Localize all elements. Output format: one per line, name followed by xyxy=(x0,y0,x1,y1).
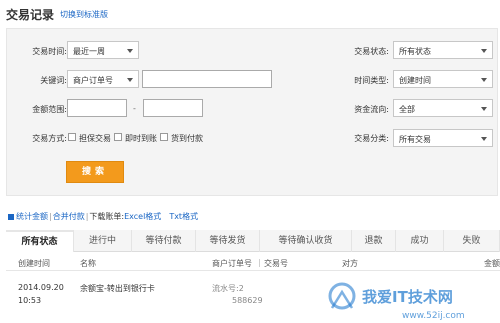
chevron-down-icon xyxy=(481,137,487,141)
method-label: 交易方式: xyxy=(32,134,67,143)
col-name: 名称 xyxy=(80,259,96,268)
flow-select-value: 全部 xyxy=(399,105,415,114)
category-select-value: 所有交易 xyxy=(399,135,431,144)
keyword-input[interactable] xyxy=(142,70,272,88)
amount-min-input[interactable] xyxy=(67,99,127,117)
time-type-value: 创建时间 xyxy=(399,76,431,85)
time-select[interactable]: 最近一周 xyxy=(67,41,139,59)
keyword-type-select[interactable]: 商户订单号 xyxy=(67,70,139,88)
time-label: 交易时间: xyxy=(32,47,67,56)
instant-checkbox[interactable] xyxy=(114,133,122,141)
tab-awaiting-payment[interactable]: 等待付款 xyxy=(132,230,196,252)
watermark-text: 我爱IT技术网 xyxy=(362,288,453,306)
status-select[interactable]: 所有状态 xyxy=(393,41,493,59)
chevron-down-icon xyxy=(481,78,487,82)
row-trade-bottom: 588629 xyxy=(232,296,263,305)
tab-success[interactable]: 成功 xyxy=(396,230,444,252)
table-header: 创建时间 名称 商户订单号 | 交易号 对方 金额 xyxy=(6,255,500,271)
download-label: 下载账单: xyxy=(89,212,125,221)
row-date: 2014.09.20 xyxy=(18,283,64,292)
time-type-label: 时间类型: xyxy=(354,76,389,85)
excel-link[interactable]: Excel格式 xyxy=(124,211,161,222)
merge-pay-link[interactable]: 合并付款 xyxy=(53,211,85,222)
chevron-down-icon xyxy=(481,49,487,53)
result-toolbar: 统计金额|合并付款|下载账单:Excel格式 Txt格式 xyxy=(8,211,198,223)
instant-label: 即时到账 xyxy=(125,134,157,143)
col-trade-no: 交易号 xyxy=(264,259,288,268)
row-trade-top: 流水号:2 xyxy=(212,284,244,293)
tab-awaiting-shipment[interactable]: 等待发货 xyxy=(196,230,260,252)
col-amount: 金额 xyxy=(484,259,500,268)
col-order-no: 商户订单号 xyxy=(212,259,252,268)
status-tabs: 所有状态 进行中 等待付款 等待发货 等待确认收货 退款 成功 失败 xyxy=(6,230,500,252)
escrow-label: 担保交易 xyxy=(79,134,111,143)
toolbar-separator: | xyxy=(49,212,52,221)
cod-checkbox[interactable] xyxy=(160,133,168,141)
watermark-url: www.52ij.com xyxy=(402,311,465,321)
row-time: 10:53 xyxy=(18,296,42,305)
tab-awaiting-receipt[interactable]: 等待确认收货 xyxy=(260,230,352,252)
tab-failed[interactable]: 失败 xyxy=(444,230,500,252)
toolbar-separator: | xyxy=(85,212,89,221)
switch-standard-link[interactable]: 切换到标准版 xyxy=(60,9,108,20)
chevron-down-icon xyxy=(481,107,487,111)
tab-refund[interactable]: 退款 xyxy=(352,230,396,252)
tab-all-status[interactable]: 所有状态 xyxy=(6,230,74,252)
keyword-label: 关键词: xyxy=(40,76,67,85)
category-label: 交易分类: xyxy=(354,134,389,143)
col-separator: | xyxy=(258,258,261,267)
watermark-logo-icon xyxy=(328,282,356,310)
stats-link[interactable]: 统计金额 xyxy=(16,211,48,222)
amount-label: 金额范围: xyxy=(32,105,67,114)
category-select[interactable]: 所有交易 xyxy=(393,129,493,147)
time-type-select[interactable]: 创建时间 xyxy=(393,70,493,88)
status-select-value: 所有状态 xyxy=(399,47,431,56)
chart-icon xyxy=(8,213,14,220)
flow-label: 资金流向: xyxy=(354,105,389,114)
chevron-down-icon xyxy=(127,49,133,53)
cod-label: 货到付款 xyxy=(171,134,203,143)
page-header: 交易记录 切换到标准版 xyxy=(0,0,500,26)
amount-separator: - xyxy=(133,104,136,113)
chevron-down-icon xyxy=(127,78,133,82)
search-button[interactable]: 搜索 xyxy=(66,161,124,183)
col-counterparty: 对方 xyxy=(342,259,358,268)
site-watermark: 我爱IT技术网 www.52ij.com xyxy=(328,282,465,321)
flow-select[interactable]: 全部 xyxy=(393,99,493,117)
time-select-value: 最近一周 xyxy=(73,47,105,56)
keyword-type-value: 商户订单号 xyxy=(73,76,113,85)
tab-in-progress[interactable]: 进行中 xyxy=(74,230,132,252)
escrow-checkbox[interactable] xyxy=(68,133,76,141)
page-title: 交易记录 xyxy=(6,8,55,22)
col-created: 创建时间 xyxy=(18,259,50,268)
row-name: 余额宝-转出到银行卡 xyxy=(80,284,155,293)
status-label: 交易状态: xyxy=(354,47,389,56)
amount-max-input[interactable] xyxy=(143,99,203,117)
txt-link[interactable]: Txt格式 xyxy=(169,211,198,222)
